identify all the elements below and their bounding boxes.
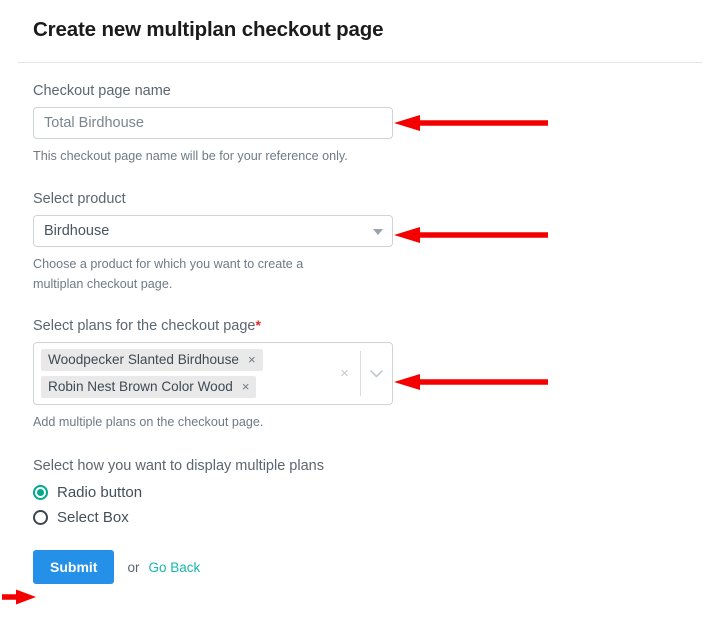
page-title: Create new multiplan checkout page [33,18,384,41]
field-display-mode: Select how you want to display multiple … [33,458,633,526]
radio-unselected-icon[interactable] [33,510,48,525]
select-product-value: Birdhouse [44,223,110,239]
required-asterisk: * [255,317,261,333]
plan-chip[interactable]: Woodpecker Slanted Birdhouse × [41,349,263,371]
radio-option-label: Radio button [57,484,143,501]
arrow-to-plans-multiselect [392,372,548,392]
title-divider [18,62,702,63]
select-product-label: Select product [33,191,126,207]
radio-option-radio-button[interactable]: Radio button [33,484,633,501]
radio-option-select-box[interactable]: Select Box [33,509,633,526]
plan-chip-remove-icon[interactable]: × [248,353,256,366]
radio-selected-icon[interactable] [33,485,48,500]
plan-chip-label: Woodpecker Slanted Birdhouse [48,352,239,367]
checkout-form: Checkout page name This checkout page na… [33,82,633,584]
display-mode-label: Select how you want to display multiple … [33,458,324,474]
or-separator-label: or [127,559,140,575]
select-plans-multiselect[interactable]: Woodpecker Slanted Birdhouse × Robin Nes… [33,342,393,405]
radio-option-label: Select Box [57,509,129,526]
clear-all-icon[interactable]: × [329,366,360,381]
plan-chip[interactable]: Robin Nest Brown Color Wood × [41,376,257,398]
chevron-down-icon[interactable] [361,369,392,378]
go-back-link[interactable]: Go Back [148,560,200,575]
plan-chip-label: Robin Nest Brown Color Wood [48,379,233,394]
arrow-to-submit-button [2,588,38,606]
selected-plan-chips: Woodpecker Slanted Birdhouse × Robin Nes… [41,349,326,398]
select-product-dropdown[interactable]: Birdhouse [33,215,393,247]
multiselect-actions: × [329,343,392,404]
select-plans-label: Select plans for the checkout page* [33,316,633,335]
form-footer: Submit or Go Back [33,550,633,584]
caret-down-icon [373,229,383,235]
arrow-to-checkout-name-input [392,113,548,133]
select-plans-label-text: Select plans for the checkout page [33,318,256,334]
select-plans-help: Add multiple plans on the checkout page. [33,415,264,429]
select-product-help: Choose a product for which you want to c… [33,257,304,291]
checkout-page-name-input[interactable] [33,107,393,139]
create-multiplan-checkout-page: Create new multiplan checkout page Check… [0,0,726,630]
checkout-page-name-label: Checkout page name [33,83,171,99]
submit-button[interactable]: Submit [33,550,115,584]
plan-chip-remove-icon[interactable]: × [242,380,250,393]
checkout-page-name-help: This checkout page name will be for your… [33,149,348,163]
arrow-to-product-select [392,225,548,245]
